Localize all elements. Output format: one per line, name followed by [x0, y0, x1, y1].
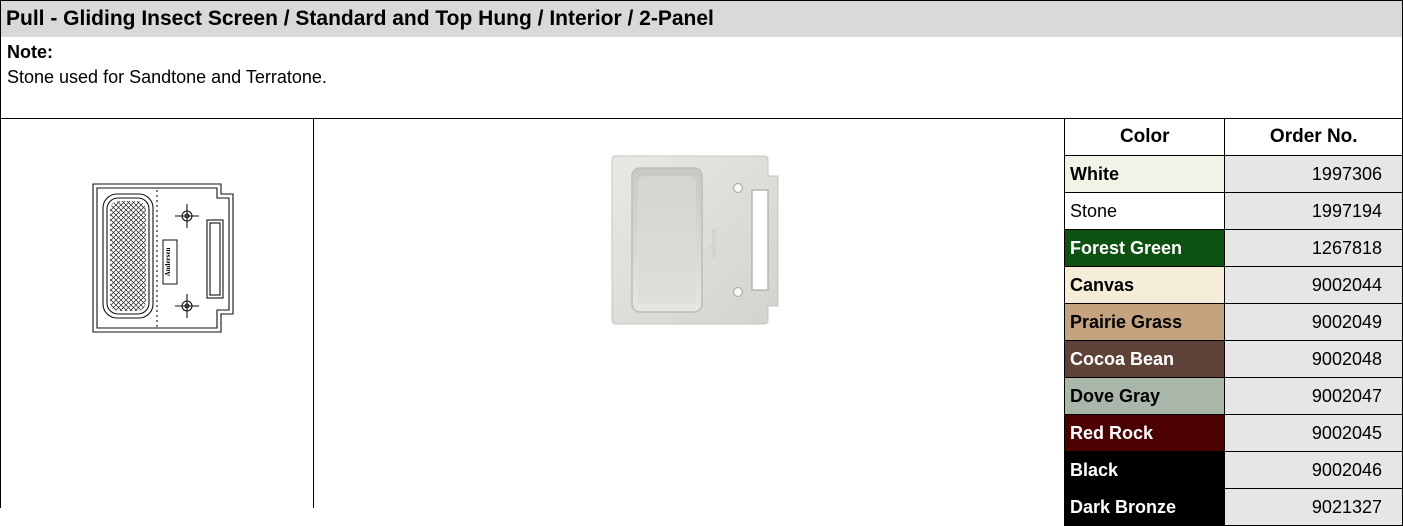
color-name-cell: Black — [1063, 451, 1226, 489]
product-row: Andersen Andersen Color Order No. White … — [0, 118, 1403, 526]
photo-brand-mark: Andersen — [709, 229, 718, 260]
order-number-cell: 9002044 — [1224, 266, 1403, 304]
note-section: Note: Stone used for Sandtone and Terrat… — [0, 37, 1403, 119]
color-name-cell: Cocoa Bean — [1063, 340, 1226, 378]
table-row: Red Rock 9002045 — [1063, 414, 1403, 452]
table-row: Stone 1997194 — [1063, 192, 1403, 230]
drawing-brand-mark: Andersen — [164, 248, 172, 277]
column-header-order-no: Order No. — [1224, 118, 1403, 156]
color-name-cell: Stone — [1063, 192, 1226, 230]
table-header-row: Color Order No. — [1063, 118, 1403, 156]
table-row: Black 9002046 — [1063, 451, 1403, 489]
order-number-cell: 1267818 — [1224, 229, 1403, 267]
color-order-table: Color Order No. White 1997306 Stone 1997194… — [1063, 118, 1403, 526]
note-label: Note: — [7, 42, 53, 62]
order-number-cell: 9021327 — [1224, 488, 1403, 526]
color-name-cell: Red Rock — [1063, 414, 1226, 452]
order-number-cell: 1997306 — [1224, 155, 1403, 193]
order-number-cell: 9002046 — [1224, 451, 1403, 489]
product-photo-cell: Andersen — [313, 118, 1064, 508]
table-row: Forest Green 1267818 — [1063, 229, 1403, 267]
pull-product-photo: Andersen — [611, 155, 779, 325]
order-number-cell: 9002048 — [1224, 340, 1403, 378]
page-title: Pull - Gliding Insect Screen / Standard … — [0, 0, 1403, 38]
color-name-cell: Forest Green — [1063, 229, 1226, 267]
table-row: White 1997306 — [1063, 155, 1403, 193]
color-name-cell: Dark Bronze — [1063, 488, 1226, 526]
color-name-cell: Canvas — [1063, 266, 1226, 304]
table-row: Dark Bronze 9021327 — [1063, 488, 1403, 526]
color-name-cell: Prairie Grass — [1063, 303, 1226, 341]
column-header-color: Color — [1063, 118, 1226, 156]
note-text: Stone used for Sandtone and Terratone. — [7, 67, 327, 87]
table-row: Canvas 9002044 — [1063, 266, 1403, 304]
order-number-cell: 9002049 — [1224, 303, 1403, 341]
technical-drawing-cell: Andersen — [0, 118, 313, 508]
color-name-cell: White — [1063, 155, 1226, 193]
order-number-cell: 1997194 — [1224, 192, 1403, 230]
table-row: Cocoa Bean 9002048 — [1063, 340, 1403, 378]
order-number-cell: 9002047 — [1224, 377, 1403, 415]
table-row: Prairie Grass 9002049 — [1063, 303, 1403, 341]
product-sheet: Pull - Gliding Insect Screen / Standard … — [0, 0, 1403, 526]
table-row: Dove Gray 9002047 — [1063, 377, 1403, 415]
order-number-cell: 9002045 — [1224, 414, 1403, 452]
color-name-cell: Dove Gray — [1063, 377, 1226, 415]
pull-technical-drawing: Andersen — [92, 183, 234, 333]
color-table-body: White 1997306 Stone 1997194 Forest Green 1267… — [1063, 155, 1403, 526]
